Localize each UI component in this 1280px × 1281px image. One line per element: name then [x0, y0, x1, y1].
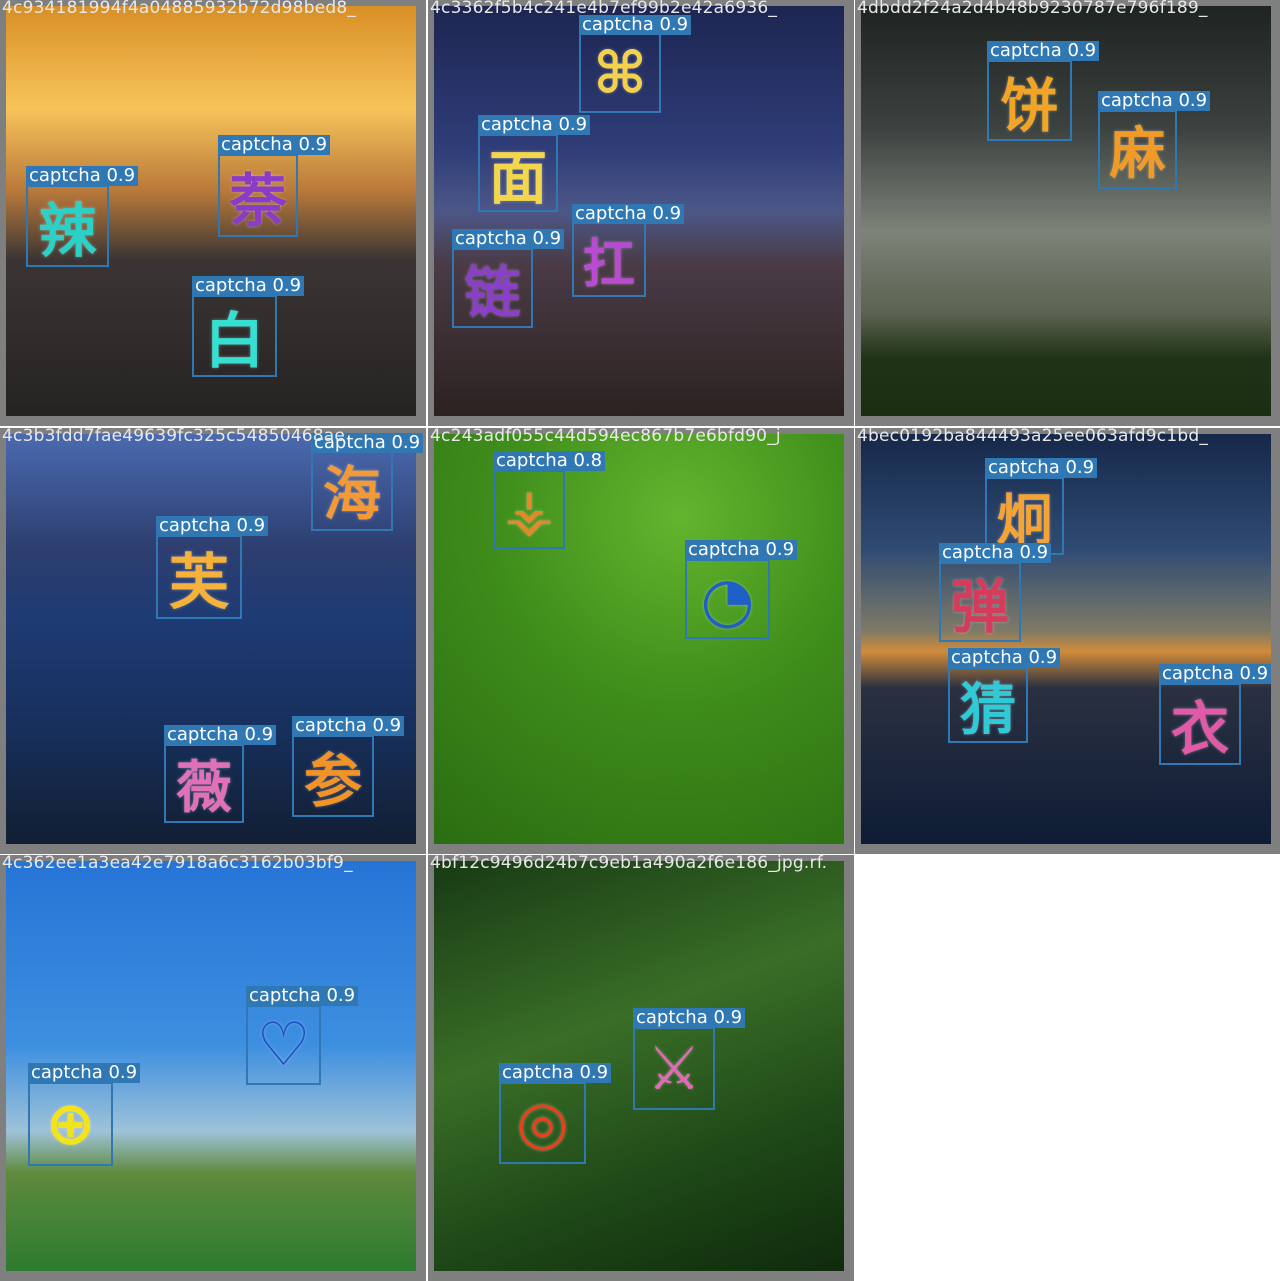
- captcha-glyph: ⊕: [45, 1089, 96, 1159]
- detection-box[interactable]: 饼: [987, 60, 1072, 141]
- detection-box[interactable]: 猜: [948, 667, 1028, 743]
- detection-box[interactable]: 链: [452, 248, 533, 328]
- detection-box[interactable]: 薇: [164, 744, 244, 823]
- detection-label: captcha 0.9: [685, 540, 798, 560]
- captcha-glyph: 芙: [169, 547, 229, 618]
- detection-label: captcha 0.9: [1159, 664, 1272, 684]
- detection-box[interactable]: 面: [478, 134, 558, 212]
- detection-label: captcha 0.9: [633, 1008, 746, 1028]
- captcha-glyph: 萘: [228, 166, 287, 235]
- captcha-glyph: ⌘: [593, 39, 647, 107]
- captcha-glyph: 饼: [1000, 71, 1059, 140]
- captcha-glyph: 扛: [582, 235, 635, 295]
- captcha-glyph: 麻: [1109, 122, 1166, 187]
- image-tile-1[interactable]: 4c934181994f4a04885932b72d98bed8_ 辣 capt…: [0, 0, 426, 426]
- image-tile-6[interactable]: 4bec0192ba844493a25ee063afd9c1bd_ 炯 capt…: [855, 428, 1280, 854]
- captcha-glyph: 面: [488, 144, 547, 212]
- captcha-glyph: 薇: [176, 756, 232, 821]
- detection-box[interactable]: 萘: [218, 154, 298, 237]
- detection-label: captcha 0.9: [948, 648, 1061, 668]
- image-tile-5[interactable]: 4c243adf055c44d594ec867b7e6bfd90_j ⚶ cap…: [428, 428, 854, 854]
- detection-box[interactable]: 辣: [26, 185, 109, 267]
- image-tile-3[interactable]: 4dbdd2f24a2d4b48b9230787e796f189_ 饼 capt…: [855, 0, 1280, 426]
- captcha-glyph: 参: [303, 747, 362, 815]
- detection-box[interactable]: 芙: [156, 535, 242, 619]
- detection-label: captcha 0.9: [499, 1063, 612, 1083]
- detection-box[interactable]: ⊕: [28, 1082, 113, 1166]
- detection-box[interactable]: ⌘: [579, 33, 661, 113]
- captcha-glyph: ◎: [516, 1088, 569, 1158]
- captcha-glyph: 衣: [1170, 695, 1229, 763]
- detection-label: captcha 0.9: [26, 166, 139, 186]
- detection-label: captcha 0.9: [987, 41, 1100, 61]
- detection-box[interactable]: ◔: [685, 559, 770, 639]
- detection-label: captcha 0.9: [156, 516, 269, 536]
- detection-label: captcha 0.9: [572, 204, 685, 224]
- tile-filename: 4c3362f5b4c241e4b7ef99b2e42a6936_: [430, 0, 778, 18]
- detection-label: captcha 0.9: [1098, 91, 1211, 111]
- detection-label: captcha 0.9: [164, 725, 277, 745]
- detection-box[interactable]: 海: [311, 446, 393, 531]
- detection-box[interactable]: ⚶: [493, 470, 565, 549]
- tile-filename: 4bec0192ba844493a25ee063afd9c1bd_: [857, 428, 1209, 446]
- image-tile-7[interactable]: 4c362ee1a3ea42e7918a6c3162b03bf9_ ♡ capt…: [0, 855, 426, 1281]
- detection-box[interactable]: 参: [292, 735, 374, 817]
- captcha-glyph: 辣: [38, 197, 97, 265]
- mosque-reflection-image: [861, 434, 1271, 844]
- captcha-glyph: 猜: [960, 677, 1016, 743]
- detection-box[interactable]: ♡: [246, 1005, 321, 1085]
- image-tile-4[interactable]: 4c3b3fdd7fae49639fc325c54850468ae 海 capt…: [0, 428, 426, 854]
- captcha-glyph: 弹: [950, 573, 1009, 641]
- tile-filename: 4c3b3fdd7fae49639fc325c54850468ae: [2, 428, 346, 446]
- detection-label: captcha 0.8: [493, 451, 606, 471]
- captcha-glyph: 链: [464, 260, 521, 326]
- detection-label: captcha 0.9: [939, 543, 1052, 563]
- detection-box[interactable]: 麻: [1098, 110, 1177, 189]
- image-tile-2[interactable]: 4c3362f5b4c241e4b7ef99b2e42a6936_ ⌘ capt…: [428, 0, 854, 426]
- detection-label: captcha 0.9: [192, 276, 305, 296]
- captcha-glyph: ♡: [256, 1010, 311, 1080]
- tile-filename: 4bf12c9496d24b7c9eb1a490a2f6e186_jpg.rf.: [430, 855, 828, 873]
- detection-box[interactable]: ⚔: [633, 1027, 715, 1110]
- tile-filename: 4c362ee1a3ea42e7918a6c3162b03bf9_: [2, 855, 353, 873]
- detection-box[interactable]: 衣: [1159, 683, 1241, 765]
- detection-label: captcha 0.9: [478, 115, 591, 135]
- detection-box[interactable]: ◎: [499, 1082, 586, 1164]
- captcha-glyph: 白: [204, 306, 265, 377]
- detection-label: captcha 0.9: [28, 1063, 141, 1083]
- detection-label: captcha 0.9: [452, 229, 565, 249]
- detection-label: captcha 0.9: [985, 458, 1098, 478]
- tile-filename: 4c934181994f4a04885932b72d98bed8_: [2, 0, 357, 18]
- detection-label: captcha 0.9: [246, 986, 359, 1006]
- detection-box[interactable]: 白: [192, 295, 277, 377]
- image-tile-8[interactable]: 4bf12c9496d24b7c9eb1a490a2f6e186_jpg.rf.…: [428, 855, 854, 1281]
- captcha-glyph: ◔: [700, 562, 755, 636]
- detection-box[interactable]: 弹: [939, 562, 1021, 642]
- captcha-glyph: 海: [322, 459, 381, 528]
- tile-filename: 4c243adf055c44d594ec867b7e6bfd90_j: [430, 428, 781, 446]
- detection-label: captcha 0.9: [218, 135, 331, 155]
- detection-box[interactable]: 扛: [572, 222, 646, 297]
- captcha-glyph: ⚶: [504, 475, 554, 544]
- detection-label: captcha 0.9: [579, 15, 692, 35]
- captcha-glyph: ⚔: [647, 1033, 701, 1104]
- detection-label: captcha 0.9: [292, 716, 405, 736]
- tile-filename: 4dbdd2f24a2d4b48b9230787e796f189_: [857, 0, 1208, 18]
